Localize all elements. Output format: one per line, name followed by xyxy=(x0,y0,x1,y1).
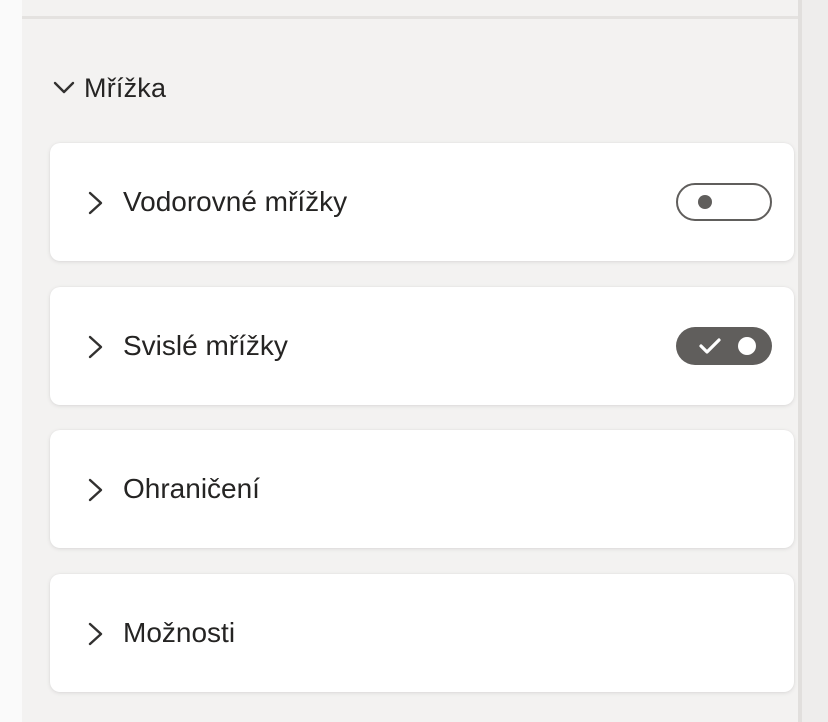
chevron-down-icon xyxy=(53,81,75,94)
card-border[interactable]: Ohraničení xyxy=(50,430,794,548)
vertical-gridlines-toggle[interactable] xyxy=(676,327,772,365)
card-label: Ohraničení xyxy=(123,473,260,504)
scrollbar-track[interactable] xyxy=(798,0,828,722)
pane-left-edge xyxy=(0,0,22,722)
section-header-grid[interactable]: Mřížka xyxy=(52,66,166,110)
toggle-knob xyxy=(738,337,756,355)
checkmark-icon xyxy=(699,338,721,354)
section-title: Mřížka xyxy=(84,72,167,103)
card-options[interactable]: Možnosti xyxy=(50,574,794,692)
card-horizontal-gridlines[interactable]: Vodorovné mřížky xyxy=(50,143,794,261)
scrollbar-edge xyxy=(798,0,802,722)
chevron-right-icon xyxy=(88,622,103,646)
card-vertical-gridlines[interactable]: Svislé mřížky xyxy=(50,287,794,405)
toggle-knob xyxy=(698,195,712,209)
card-label: Svislé mřížky xyxy=(123,330,288,361)
chevron-right-icon xyxy=(88,478,103,502)
card-label: Vodorovné mřížky xyxy=(123,186,348,217)
card-label: Možnosti xyxy=(123,617,236,648)
chevron-right-icon xyxy=(88,335,103,359)
format-pane: Mřížka Vodorovné mřížky Svislé mřížky Oh… xyxy=(0,0,828,722)
horizontal-gridlines-toggle[interactable] xyxy=(676,183,772,221)
top-divider xyxy=(22,16,798,19)
chevron-right-icon xyxy=(88,191,103,215)
